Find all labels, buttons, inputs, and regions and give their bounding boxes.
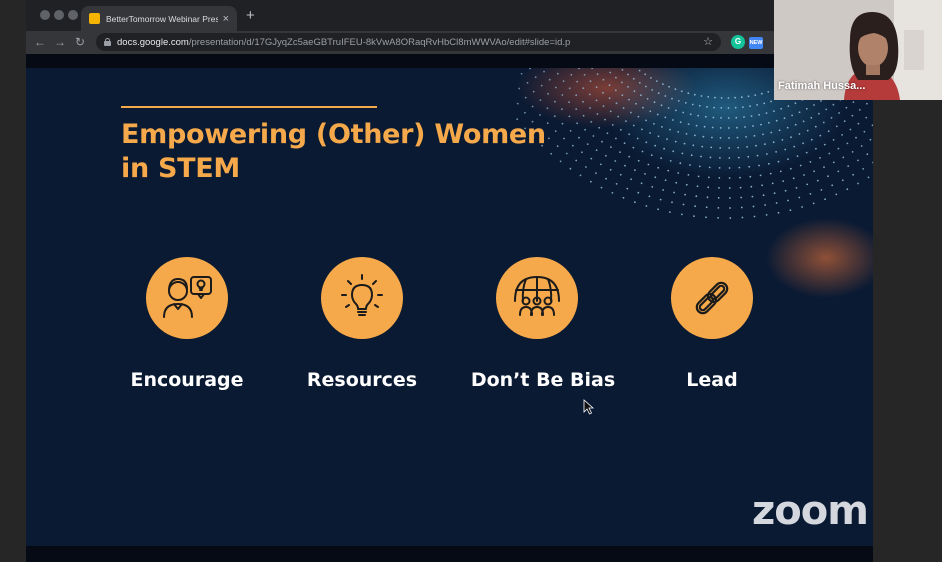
- url-host: docs.google.com: [117, 36, 189, 48]
- pillar-label-lead: Lead: [686, 369, 738, 391]
- mouse-cursor-icon: [583, 399, 595, 415]
- grammarly-extension-icon[interactable]: G: [731, 35, 745, 49]
- address-bar[interactable]: docs.google.com /presentation/d/17GJyqZc…: [96, 33, 721, 51]
- tab-close-icon[interactable]: ×: [223, 13, 229, 25]
- reload-button[interactable]: ↻: [75, 34, 85, 50]
- browser-window: BetterTomorrow Webinar Prese × + ← → ↻ d…: [26, 0, 774, 54]
- pillar-label-resources: Resources: [306, 369, 418, 391]
- browser-toolbar: ← → ↻ docs.google.com /presentation/d/17…: [26, 31, 774, 54]
- forward-button[interactable]: →: [54, 34, 66, 50]
- lock-icon: [104, 38, 111, 46]
- chain-link-icon: [671, 257, 753, 339]
- window-left-margin: [0, 0, 26, 562]
- person-lightbulb-icon: [146, 257, 228, 339]
- slide-title-line-2: in STEM: [121, 153, 240, 184]
- slide-title-line-1: Empowering (Other) Women: [121, 119, 546, 150]
- pillar-label-dont-be-bias: Don’t Be Bias: [470, 369, 616, 391]
- minimize-window-icon[interactable]: [54, 10, 64, 20]
- new-extension-icon[interactable]: NEW: [749, 37, 763, 49]
- lightbulb-icon: [321, 257, 403, 339]
- participant-name: Fatimah Hussa...: [778, 80, 866, 92]
- slide-top-letterbox: [26, 54, 873, 68]
- url-path: /presentation/d/17GJyqZc5aeGBTruIFEU-8kV…: [188, 36, 571, 48]
- presentation-slide: Empowering (Other) Women in STEM Encoura…: [26, 68, 873, 546]
- bookmark-star-icon[interactable]: ☆: [703, 33, 713, 51]
- new-tab-button[interactable]: +: [246, 8, 255, 23]
- title-underline: [121, 106, 377, 108]
- window-right-margin: [873, 100, 942, 562]
- participant-video-tile[interactable]: Fatimah Hussa...: [774, 0, 942, 100]
- slide-title: Empowering (Other) Women in STEM: [121, 118, 621, 186]
- tab-title: BetterTomorrow Webinar Prese: [106, 13, 218, 24]
- back-button[interactable]: ←: [34, 34, 46, 50]
- pillar-label-encourage: Encourage: [130, 369, 244, 391]
- slide-bottom-letterbox: [26, 546, 873, 562]
- google-slides-icon: [89, 13, 100, 24]
- zoom-logo: zoom: [752, 488, 869, 534]
- globe-people-icon: [496, 257, 578, 339]
- tab-slides[interactable]: BetterTomorrow Webinar Prese ×: [81, 6, 237, 31]
- maximize-window-icon[interactable]: [68, 10, 78, 20]
- close-window-icon[interactable]: [40, 10, 50, 20]
- tab-bar: BetterTomorrow Webinar Prese × +: [26, 0, 774, 31]
